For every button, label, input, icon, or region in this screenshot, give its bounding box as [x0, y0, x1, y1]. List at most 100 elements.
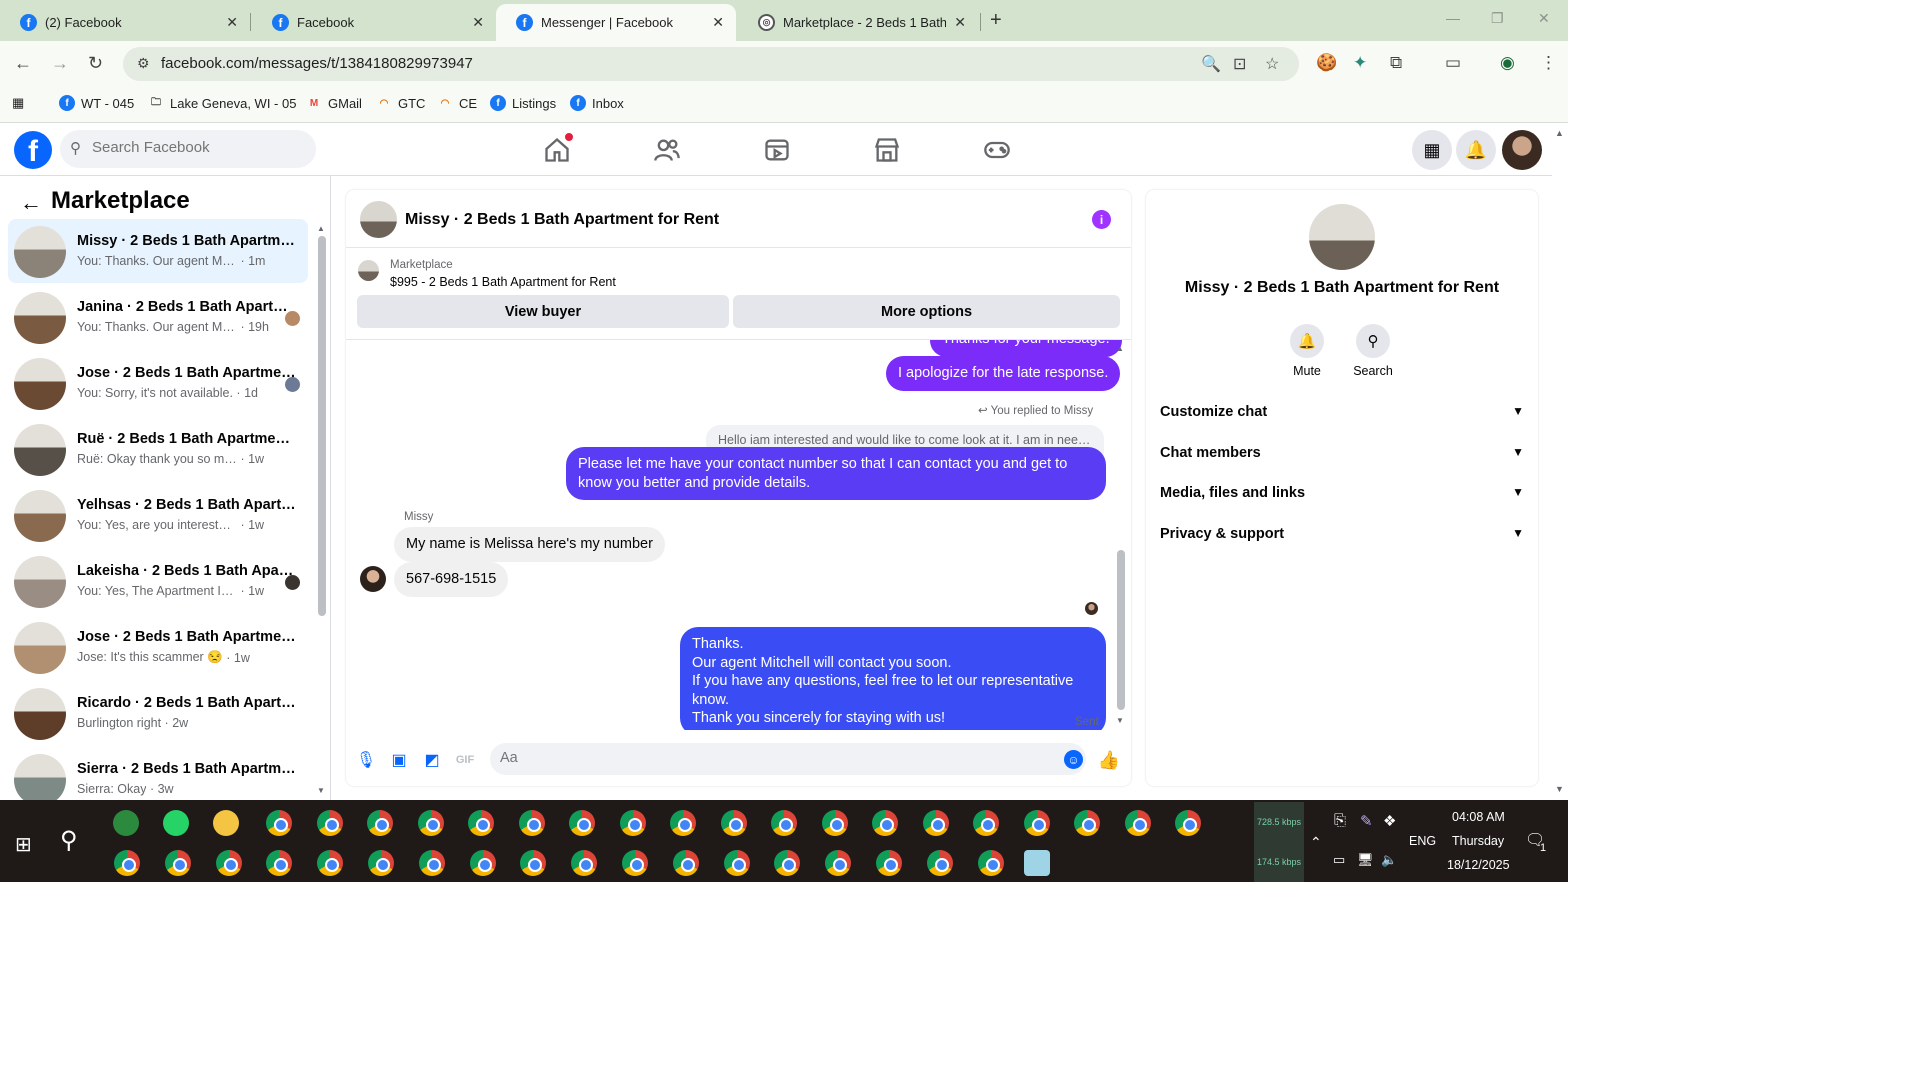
scroll-up-icon[interactable]: ▲ [317, 224, 325, 233]
notes-app-icon[interactable] [1024, 850, 1050, 876]
taskbar-search-icon[interactable]: ⚲ [60, 826, 78, 855]
bookmark-gtc[interactable]: ◠ GTC [376, 95, 426, 111]
message-bubble-incoming[interactable]: My name is Melissa here's my number [394, 527, 665, 562]
list-scrollbar-thumb[interactable] [318, 236, 326, 616]
account-avatar[interactable] [1502, 130, 1542, 170]
chrome-window-icon[interactable] [367, 810, 393, 836]
chrome-window-icon[interactable] [164, 850, 191, 876]
message-bubble-outgoing[interactable]: Please let me have your contact number s… [566, 447, 1106, 500]
show-hidden-icons-icon[interactable]: ⌃ [1310, 834, 1322, 851]
message-bubble-outgoing[interactable]: I apologize for the late response. [886, 356, 1121, 391]
menu-grid-icon[interactable]: ▦ [1412, 130, 1452, 170]
bookmark-gmail[interactable]: M GMail [306, 95, 362, 111]
install-app-icon[interactable]: ⊡ [1233, 54, 1246, 74]
marketplace-icon[interactable] [873, 136, 901, 164]
attach-photo-icon[interactable]: ▣ [389, 750, 409, 770]
chrome-window-icon[interactable] [670, 810, 696, 836]
chat-members-section[interactable]: Chat members ▼ [1160, 445, 1524, 469]
privacy-support-section[interactable]: Privacy & support ▼ [1160, 526, 1524, 550]
chrome-window-icon[interactable] [569, 810, 595, 836]
chrome-window-icon[interactable] [1023, 810, 1050, 836]
site-info-icon[interactable]: ⚙ [137, 55, 150, 72]
chrome-window-icon[interactable] [1175, 810, 1201, 836]
chrome-window-icon[interactable] [571, 850, 598, 876]
message-input[interactable] [500, 750, 1040, 766]
media-cast-icon[interactable]: ▭ [1445, 53, 1461, 73]
language-indicator[interactable]: ENG [1409, 834, 1436, 848]
conversation-item[interactable]: Jose · 2 Beds 1 Bath Apartment for Rent … [8, 615, 308, 679]
file-explorer-icon[interactable] [213, 810, 239, 836]
message-bubble-outgoing[interactable]: Thanks. Our agent Mitchell will contact … [680, 627, 1106, 730]
network-icon[interactable]: 🖥 [1357, 852, 1374, 868]
reload-icon[interactable]: ↻ [88, 53, 103, 74]
chrome-window-icon[interactable] [872, 810, 898, 836]
new-tab-icon[interactable]: + [990, 9, 1002, 32]
bookmark-wt[interactable]: f WT - 045 [59, 95, 134, 111]
chrome-window-icon[interactable] [215, 850, 242, 876]
tab-marketplace[interactable]: ◎ Marketplace - 2 Beds 1 Bath Ap ✕ [738, 4, 978, 41]
bookmark-listings[interactable]: f Listings [490, 95, 556, 111]
chrome-window-icon[interactable] [469, 850, 496, 876]
close-tab-icon[interactable]: ✕ [472, 14, 484, 31]
chrome-window-icon[interactable] [317, 850, 344, 876]
forward-icon[interactable]: → [51, 53, 69, 74]
back-arrow-icon[interactable]: ← [20, 190, 42, 216]
message-bubble-outgoing[interactable]: Thanks for your message. [930, 340, 1122, 357]
chrome-window-icon[interactable] [922, 810, 949, 836]
listing-thumbnail[interactable] [358, 260, 379, 281]
home-icon[interactable] [543, 133, 573, 164]
scroll-down-icon[interactable]: ▼ [317, 786, 325, 795]
chrome-window-icon[interactable] [723, 850, 750, 876]
conversation-item[interactable]: Lakeisha · 2 Beds 1 Bath Apartment for R… [8, 549, 308, 613]
tab-messenger[interactable]: f Messenger | Facebook ✕ [496, 4, 736, 41]
gif-icon[interactable]: GIF [455, 750, 475, 770]
chrome-window-icon[interactable] [973, 810, 999, 836]
thread-scrollbar-thumb[interactable] [1117, 550, 1125, 710]
clock-day[interactable]: Thursday [1452, 834, 1504, 848]
media-files-links-section[interactable]: Media, files and links ▼ [1160, 485, 1524, 509]
chrome-window-icon[interactable] [771, 810, 797, 836]
message-bubble-incoming[interactable]: 567-698-1515 [394, 562, 509, 597]
windows-start-icon[interactable]: ⊞ [15, 832, 32, 857]
conversation-item[interactable]: Ricardo · 2 Beds 1 Bath Apartment for Re… [8, 681, 308, 745]
tray-pen-icon[interactable]: ✎ [1360, 812, 1373, 830]
tray-app-icon[interactable]: ⎘ [1334, 812, 1346, 829]
chrome-window-icon[interactable] [114, 850, 140, 876]
close-tab-icon[interactable]: ✕ [226, 14, 238, 31]
tab-facebook[interactable]: f Facebook ✕ [252, 4, 496, 41]
notifications-bell-icon[interactable]: 🔔 [1456, 130, 1496, 170]
clock-date[interactable]: 18/12/2025 [1447, 858, 1510, 872]
chat-title[interactable]: Missy · 2 Beds 1 Bath Apartment for Rent [405, 211, 719, 229]
microphone-icon[interactable]: 🎙 [356, 750, 376, 770]
chrome-window-icon[interactable] [622, 850, 648, 876]
chrome-window-icon[interactable] [825, 850, 852, 876]
chrome-window-icon[interactable] [368, 850, 394, 876]
chrome-window-icon[interactable] [619, 810, 646, 836]
conversation-item[interactable]: Jose · 2 Beds 1 Bath Apartment for Rent … [8, 351, 308, 415]
sticker-icon[interactable]: ◩ [422, 750, 442, 770]
chrome-menu-icon[interactable]: ⋮ [1540, 53, 1557, 73]
cookie-extension-icon[interactable]: 🍪 [1316, 53, 1337, 73]
chrome-window-icon[interactable] [720, 810, 747, 836]
extension-icon[interactable]: ✦ [1353, 53, 1367, 73]
info-icon[interactable]: i [1092, 210, 1111, 229]
close-tab-icon[interactable]: ✕ [954, 14, 966, 31]
chrome-window-icon[interactable] [518, 810, 545, 836]
customize-chat-section[interactable]: Customize chat ▼ [1160, 404, 1524, 428]
emoji-icon[interactable]: ☺ [1064, 750, 1083, 769]
url-text[interactable]: facebook.com/messages/t/1384180829973947 [161, 55, 473, 72]
message-input-field[interactable]: ☺ [490, 743, 1086, 775]
chrome-window-icon[interactable] [876, 850, 902, 876]
profile-icon[interactable]: ◉ [1500, 53, 1515, 73]
close-tab-icon[interactable]: ✕ [712, 14, 724, 31]
facebook-search[interactable]: ⚲ [60, 130, 316, 168]
bookmark-ce[interactable]: ◠ CE [437, 95, 477, 111]
whatsapp-icon[interactable] [163, 810, 189, 836]
close-window-icon[interactable]: ✕ [1538, 10, 1550, 27]
bookmark-lake-geneva[interactable]: 🗀 Lake Geneva, WI - 05 [148, 95, 296, 111]
apps-grid-icon[interactable]: ▦ [12, 95, 24, 111]
details-avatar[interactable] [1309, 204, 1375, 270]
battery-icon[interactable]: ▭ [1333, 852, 1345, 868]
thumbs-up-icon[interactable]: 👍 [1098, 750, 1120, 770]
conversation-item[interactable]: Janina · 2 Beds 1 Bath Apartment for Ren… [8, 285, 308, 349]
